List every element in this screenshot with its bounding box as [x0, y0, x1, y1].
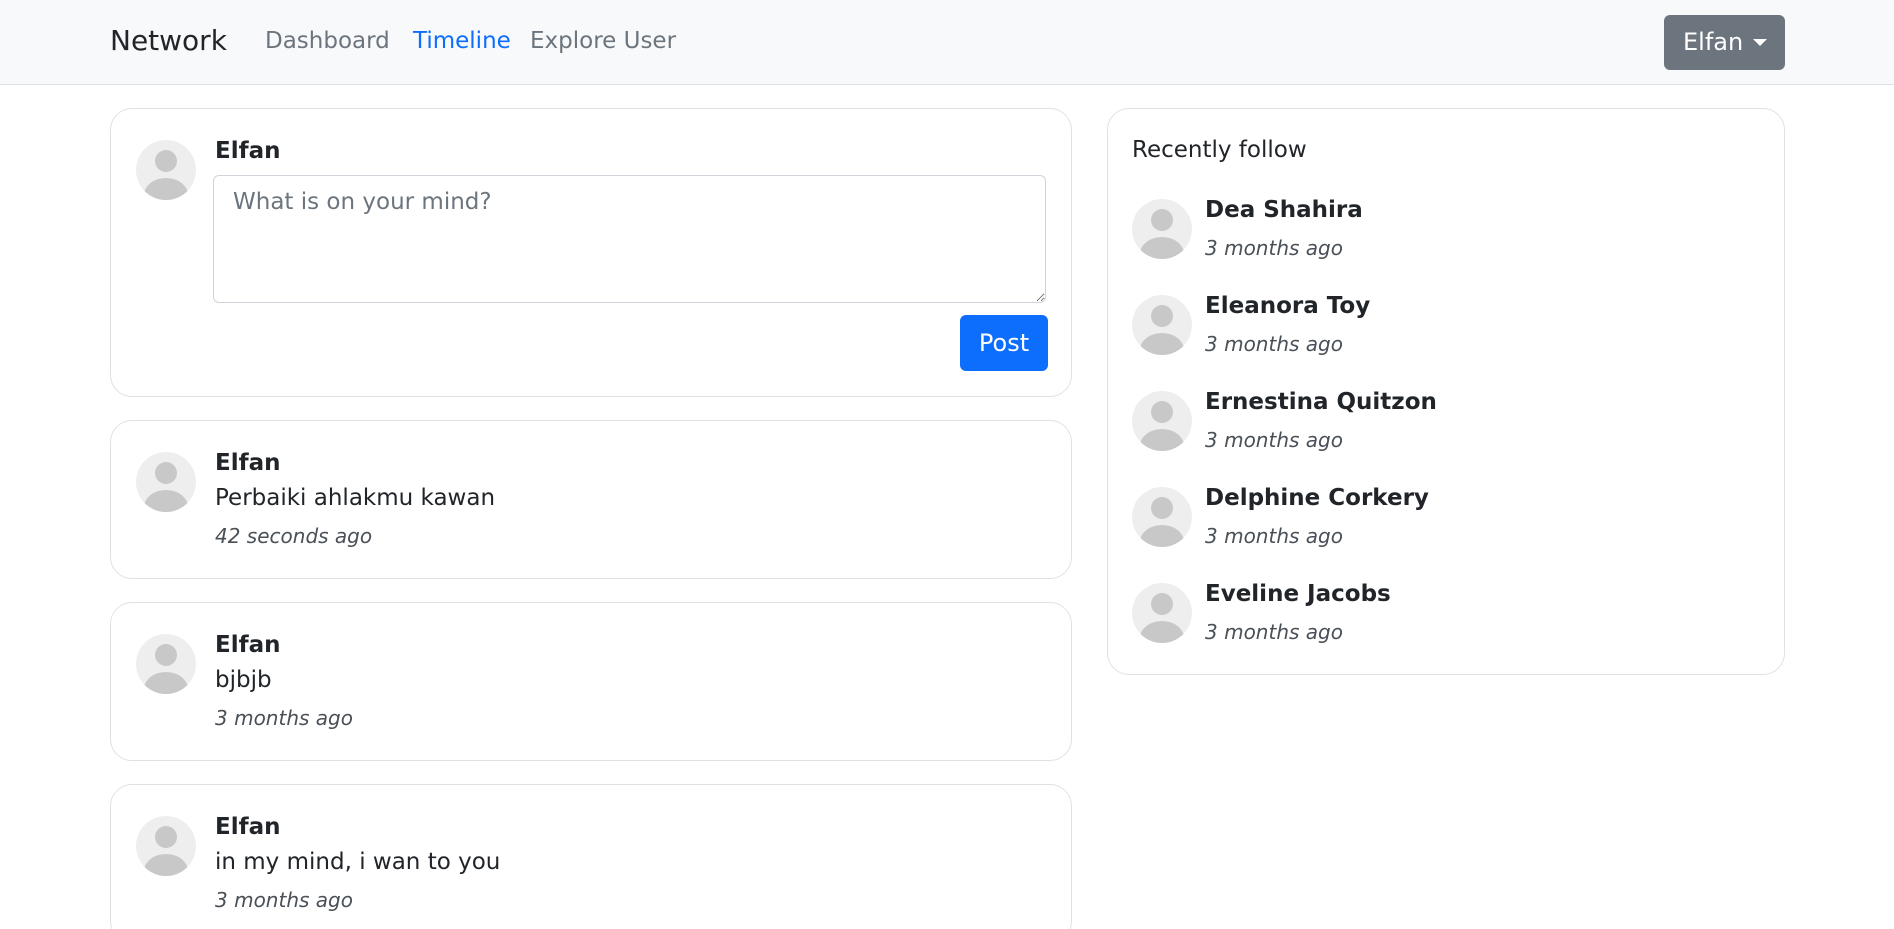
followed-user-time: 3 months ago	[1205, 620, 1343, 644]
nav-dashboard[interactable]: Dashboard	[265, 28, 390, 54]
post-timestamp: 3 months ago	[215, 706, 353, 730]
post-text: in my mind, i wan to you	[215, 849, 501, 875]
brand-logo[interactable]: Network	[110, 24, 227, 57]
post-card: Elfan bjbjb 3 months ago	[110, 602, 1072, 761]
post-button[interactable]: Post	[960, 315, 1048, 371]
user-avatar-icon	[1132, 487, 1192, 547]
recently-follow-card: Recently follow Dea Shahira 3 months ago…	[1107, 108, 1785, 675]
post-username[interactable]: Elfan	[215, 450, 281, 476]
post-username[interactable]: Elfan	[215, 632, 281, 658]
followed-user-time: 3 months ago	[1205, 524, 1343, 548]
nav-timeline[interactable]: Timeline	[413, 28, 511, 54]
user-avatar-icon	[136, 452, 196, 512]
top-navbar: Network Dashboard Timeline Explore User …	[0, 0, 1894, 85]
user-avatar-icon	[136, 634, 196, 694]
post-textarea[interactable]	[213, 175, 1046, 303]
followed-user-name[interactable]: Eveline Jacobs	[1205, 581, 1391, 607]
nav-explore-user[interactable]: Explore User	[530, 28, 676, 54]
followed-user-time: 3 months ago	[1205, 332, 1343, 356]
user-avatar-icon	[1132, 583, 1192, 643]
recently-follow-title: Recently follow	[1132, 137, 1307, 163]
followed-user-name[interactable]: Ernestina Quitzon	[1205, 389, 1437, 415]
post-text: bjbjb	[215, 667, 272, 693]
post-timestamp: 42 seconds ago	[215, 524, 373, 548]
composer-username: Elfan	[215, 138, 281, 164]
post-username[interactable]: Elfan	[215, 814, 281, 840]
followed-user-time: 3 months ago	[1205, 236, 1343, 260]
user-avatar-icon	[136, 816, 196, 876]
compose-card: Elfan Post	[110, 108, 1072, 397]
user-avatar-icon	[1132, 391, 1192, 451]
followed-user-time: 3 months ago	[1205, 428, 1343, 452]
post-text: Perbaiki ahlakmu kawan	[215, 485, 496, 511]
caret-down-icon	[1753, 39, 1767, 46]
user-avatar-icon	[136, 140, 196, 200]
followed-user-name[interactable]: Eleanora Toy	[1205, 293, 1370, 319]
user-dropdown-button[interactable]: Elfan	[1664, 15, 1785, 70]
post-card: Elfan in my mind, i wan to you 3 months …	[110, 784, 1072, 929]
post-card: Elfan Perbaiki ahlakmu kawan 42 seconds …	[110, 420, 1072, 579]
followed-user-name[interactable]: Delphine Corkery	[1205, 485, 1429, 511]
user-avatar-icon	[1132, 295, 1192, 355]
followed-user-name[interactable]: Dea Shahira	[1205, 197, 1363, 223]
user-dropdown-label: Elfan	[1683, 28, 1744, 56]
post-timestamp: 3 months ago	[215, 888, 353, 912]
user-avatar-icon	[1132, 199, 1192, 259]
